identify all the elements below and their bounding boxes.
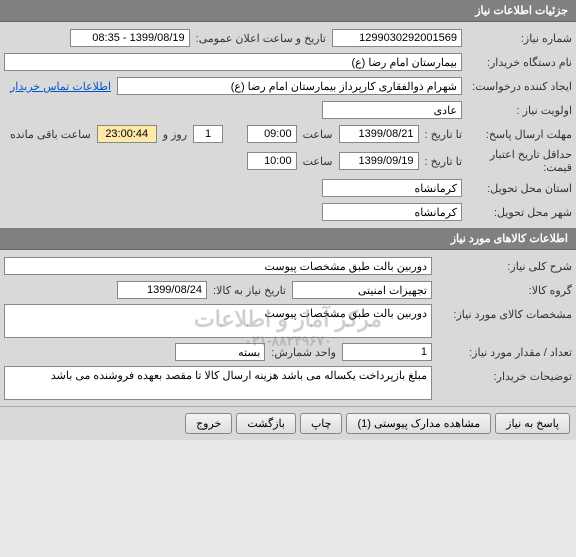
min-credit-sub-label: تا تاریخ : bbox=[419, 155, 462, 168]
need-date-label: تاریخ نیاز به کالا: bbox=[207, 284, 292, 297]
deadline-date-field bbox=[339, 125, 419, 143]
creator-field bbox=[117, 77, 462, 95]
respond-button[interactable]: پاسخ به نیاز bbox=[495, 413, 570, 434]
buyer-org-label: نام دستگاه خریدار: bbox=[462, 56, 572, 69]
unit-field bbox=[175, 343, 265, 361]
print-button[interactable]: چاپ bbox=[300, 413, 343, 434]
goods-info-body: شرح کلی نیاز: گروه کالا: تاریخ نیاز به ک… bbox=[0, 250, 576, 406]
goods-info-header: اطلاعات کالاهای مورد نیاز bbox=[0, 228, 576, 250]
button-bar: پاسخ به نیاز مشاهده مدارک پیوستی (1) چاپ… bbox=[0, 406, 576, 440]
min-credit-time-label: ساعت bbox=[297, 155, 339, 168]
buyer-org-field bbox=[4, 53, 462, 71]
remain-time-field bbox=[97, 125, 157, 143]
deadline-time-field bbox=[247, 125, 297, 143]
city-field bbox=[322, 203, 462, 221]
province-field bbox=[322, 179, 462, 197]
notes-field bbox=[4, 366, 432, 400]
announce-label: تاریخ و ساعت اعلان عمومی: bbox=[190, 32, 332, 45]
need-no-label: شماره نیاز: bbox=[462, 32, 572, 45]
exit-button[interactable]: خروج bbox=[185, 413, 232, 434]
need-no-field bbox=[332, 29, 462, 47]
notes-label: توضیحات خریدار: bbox=[432, 366, 572, 383]
qty-label: تعداد / مقدار مورد نیاز: bbox=[432, 346, 572, 359]
spec-field bbox=[4, 304, 432, 338]
remain-days-field bbox=[193, 125, 223, 143]
qty-field bbox=[342, 343, 432, 361]
remain-days-label: روز و bbox=[157, 128, 193, 141]
need-details-body: شماره نیاز: تاریخ و ساعت اعلان عمومی: نا… bbox=[0, 22, 576, 228]
desc-label: شرح کلی نیاز: bbox=[432, 260, 572, 273]
priority-label: اولویت نیاز : bbox=[462, 104, 572, 117]
spec-label: مشخصات کالای مورد نیاز: bbox=[432, 304, 572, 321]
remain-suffix-label: ساعت باقی مانده bbox=[4, 128, 97, 141]
group-label: گروه کالا: bbox=[432, 284, 572, 297]
need-date-field bbox=[117, 281, 207, 299]
province-label: استان محل تحویل: bbox=[462, 182, 572, 195]
buyer-contact-link[interactable]: اطلاعات تماس خریدار bbox=[4, 80, 117, 93]
deadline-time-label: ساعت bbox=[297, 128, 339, 141]
creator-label: ایجاد کننده درخواست: bbox=[462, 80, 572, 93]
min-credit-label: حداقل تاریخ اعتبار قیمت: bbox=[462, 148, 572, 174]
min-credit-time-field bbox=[247, 152, 297, 170]
attachments-button[interactable]: مشاهده مدارک پیوستی (1) bbox=[346, 413, 491, 434]
priority-field bbox=[322, 101, 462, 119]
announce-field bbox=[70, 29, 190, 47]
unit-label: واحد شمارش: bbox=[265, 346, 342, 359]
desc-field bbox=[4, 257, 432, 275]
group-field bbox=[292, 281, 432, 299]
deadline-sub-label: تا تاریخ : bbox=[419, 128, 462, 141]
back-button[interactable]: بازگشت bbox=[236, 413, 296, 434]
city-label: شهر محل تحویل: bbox=[462, 206, 572, 219]
deadline-label: مهلت ارسال پاسخ: bbox=[462, 128, 572, 141]
need-details-header: جزئیات اطلاعات نیاز bbox=[0, 0, 576, 22]
min-credit-date-field bbox=[339, 152, 419, 170]
